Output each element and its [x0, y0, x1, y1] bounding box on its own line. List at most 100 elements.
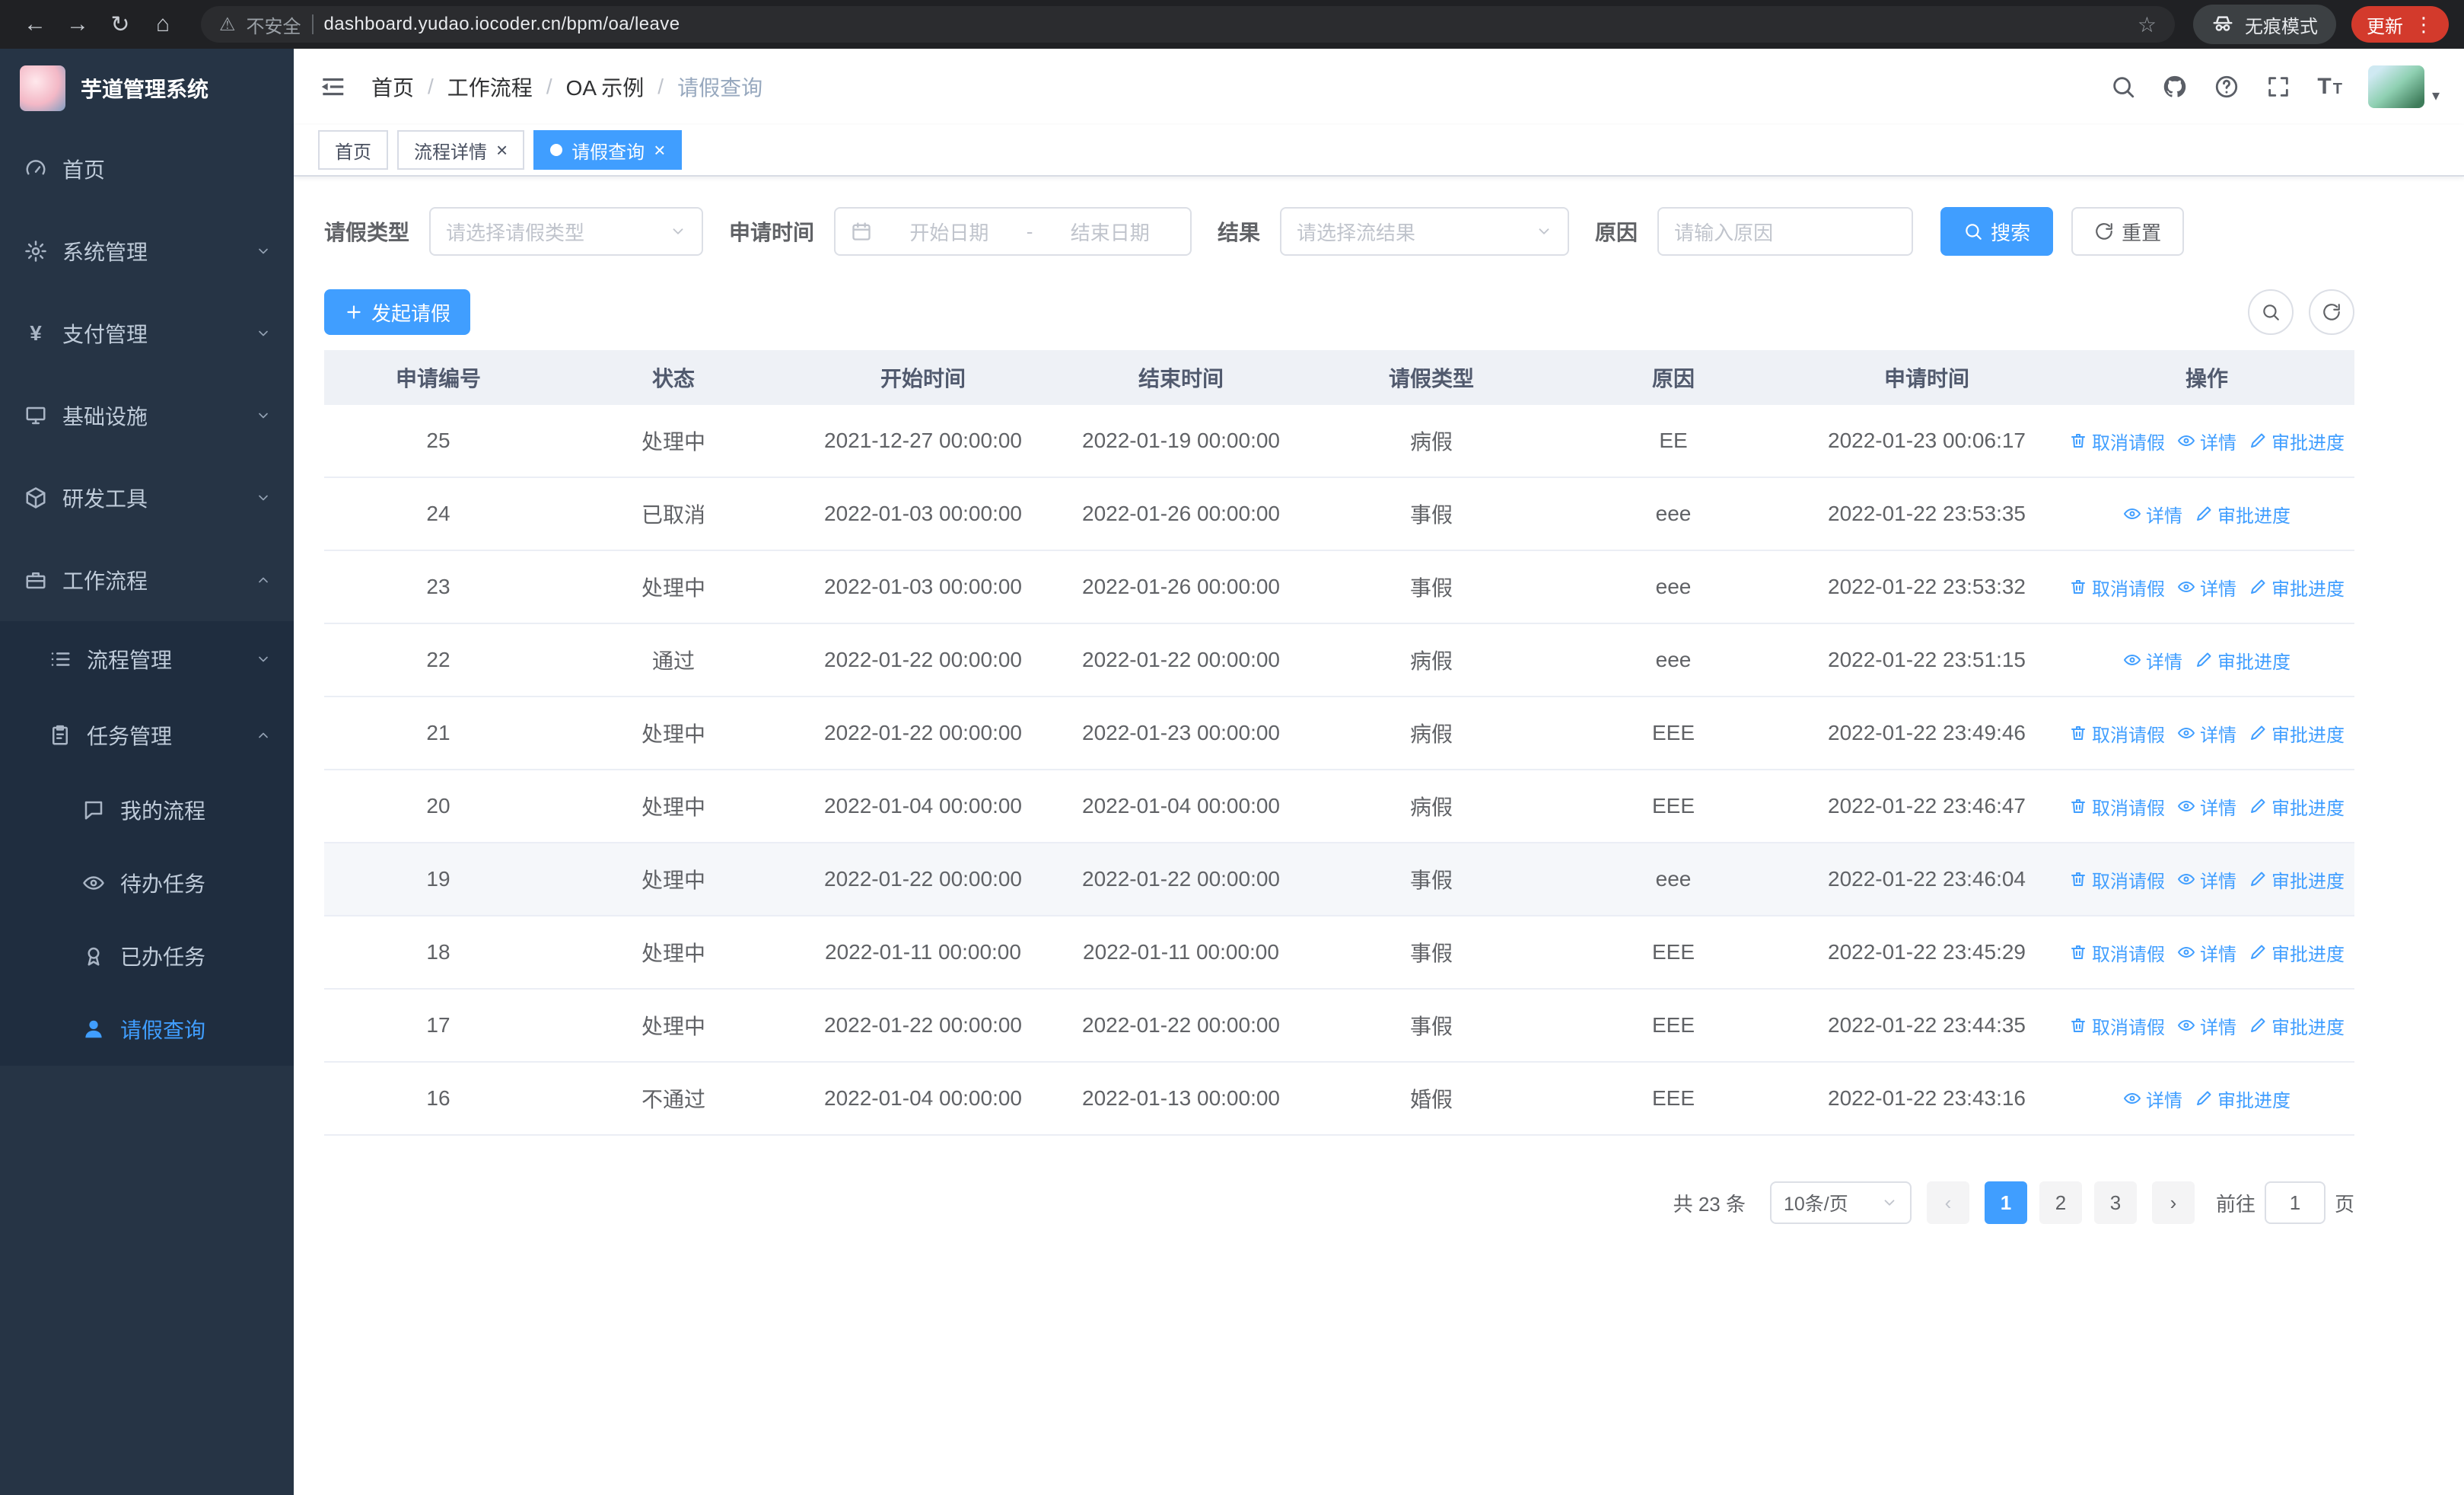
detail-link[interactable]: 详情: [2177, 574, 2236, 601]
github-icon[interactable]: [2162, 74, 2188, 100]
browser-home-icon[interactable]: ⌂: [143, 5, 183, 44]
cancel-leave-link[interactable]: 取消请假: [2069, 720, 2165, 747]
sidebar-item[interactable]: ¥ 支付管理: [0, 292, 294, 375]
table-cell: 病假: [1409, 649, 1453, 673]
reload-icon[interactable]: ↻: [100, 5, 140, 44]
page-button-1[interactable]: 1: [1984, 1181, 2027, 1224]
detail-link[interactable]: 详情: [2177, 939, 2236, 966]
view-tab[interactable]: 首页: [318, 130, 388, 170]
approval-progress-link[interactable]: 审批进度: [2249, 793, 2345, 820]
security-label[interactable]: 不安全: [247, 11, 301, 38]
back-icon[interactable]: ←: [15, 5, 55, 44]
top-navbar: 首页 / 工作流程 / OA 示例 / 请假查询 TT ▾: [294, 49, 2464, 125]
sidebar-item-label: 任务管理: [87, 725, 173, 748]
sidebar-item[interactable]: 我的流程: [0, 773, 294, 846]
next-page-button[interactable]: ›: [2151, 1181, 2195, 1224]
page-button-3[interactable]: 3: [2093, 1181, 2137, 1224]
bookmark-star-icon[interactable]: ☆: [2138, 12, 2157, 37]
leave-type-select[interactable]: 请选择请假类型: [429, 207, 704, 256]
goto-page-input[interactable]: [2264, 1181, 2326, 1224]
sidebar-item[interactable]: 请假查询: [0, 993, 294, 1066]
prev-page-button[interactable]: ‹: [1926, 1181, 1969, 1224]
detail-link[interactable]: 详情: [2177, 793, 2236, 820]
table-cell: 2022-01-22 23:46:47: [1828, 794, 2026, 818]
table-cell: 2022-01-26 00:00:00: [1082, 502, 1280, 525]
cancel-leave-link[interactable]: 取消请假: [2069, 1012, 2165, 1039]
search-button[interactable]: 搜索: [1940, 207, 2054, 256]
sidebar-item[interactable]: 基础设施: [0, 375, 294, 457]
tab-close-icon[interactable]: ×: [496, 140, 508, 160]
approval-progress-link[interactable]: 审批进度: [2195, 1085, 2291, 1112]
detail-link[interactable]: 详情: [2123, 1085, 2182, 1112]
tab-close-icon[interactable]: ×: [654, 140, 665, 160]
table-cell: 2022-01-23 00:06:17: [1828, 429, 2026, 452]
view-icon: [2177, 432, 2195, 450]
breadcrumb-item[interactable]: 工作流程: [447, 72, 533, 102]
approval-progress-link[interactable]: 审批进度: [2249, 1012, 2345, 1039]
approval-progress-link[interactable]: 审批进度: [2249, 574, 2345, 601]
cancel-leave-link[interactable]: 取消请假: [2069, 866, 2165, 893]
address-bar[interactable]: ⚠ 不安全 dashboard.yudao.iocoder.cn/bpm/oa/…: [201, 6, 2175, 43]
app-logo[interactable]: 芋道管理系统: [0, 49, 294, 128]
reason-input[interactable]: 请输入原因: [1657, 207, 1914, 256]
sidebar-item[interactable]: 系统管理: [0, 210, 294, 292]
result-select[interactable]: 请选择流结果: [1280, 207, 1570, 256]
breadcrumb-item[interactable]: OA 示例: [566, 72, 645, 102]
detail-link[interactable]: 详情: [2177, 720, 2236, 747]
refresh-table-button[interactable]: [2309, 289, 2354, 335]
incognito-icon: [2211, 13, 2234, 36]
sidebar-item[interactable]: 待办任务: [0, 846, 294, 920]
approval-progress-link[interactable]: 审批进度: [2195, 647, 2291, 674]
approval-progress-link[interactable]: 审批进度: [2195, 501, 2291, 528]
apply-time-range-picker[interactable]: 开始日期 - 结束日期: [834, 207, 1192, 256]
cancel-leave-link[interactable]: 取消请假: [2069, 428, 2165, 454]
table-cell: 2022-01-11 00:00:00: [825, 940, 1021, 964]
end-date-placeholder[interactable]: 结束日期: [1045, 218, 1175, 246]
detail-link[interactable]: 详情: [2177, 1012, 2236, 1039]
update-button[interactable]: 更新 ⋮: [2351, 6, 2449, 43]
cancel-leave-link[interactable]: 取消请假: [2069, 793, 2165, 820]
forward-icon[interactable]: →: [58, 5, 97, 44]
detail-link[interactable]: 详情: [2123, 647, 2182, 674]
font-size-icon[interactable]: TT: [2317, 74, 2342, 100]
table-cell: 病假: [1409, 722, 1453, 746]
help-icon[interactable]: [2214, 74, 2240, 100]
table-cell: 2022-01-22 00:00:00: [824, 1013, 1022, 1037]
start-date-placeholder[interactable]: 开始日期: [884, 218, 1014, 246]
collapse-menu-icon[interactable]: [318, 72, 347, 101]
reset-button[interactable]: 重置: [2071, 207, 2185, 256]
tab-label: 流程详情: [414, 142, 487, 163]
sidebar-item[interactable]: 研发工具: [0, 457, 294, 539]
incognito-label: 无痕模式: [2245, 16, 2318, 37]
approval-progress-link[interactable]: 审批进度: [2249, 866, 2345, 893]
breadcrumb-item[interactable]: 首页: [371, 72, 414, 102]
refresh-icon: [2322, 302, 2341, 322]
avatar[interactable]: [2367, 65, 2424, 108]
search-icon[interactable]: [2110, 74, 2136, 100]
sidebar-item[interactable]: 工作流程: [0, 539, 294, 621]
fullscreen-icon[interactable]: [2265, 74, 2291, 100]
sidebar-item[interactable]: 首页: [0, 128, 294, 210]
detail-link[interactable]: 详情: [2123, 501, 2182, 528]
view-tab[interactable]: 请假查询 ×: [533, 130, 683, 170]
user-menu[interactable]: ▾: [2367, 65, 2440, 108]
cancel-leave-link[interactable]: 取消请假: [2069, 939, 2165, 966]
page-button-2[interactable]: 2: [2039, 1181, 2082, 1224]
toggle-search-button[interactable]: [2248, 289, 2294, 335]
approval-progress-link[interactable]: 审批进度: [2249, 428, 2345, 454]
filter-form: 请假类型 请选择请假类型 申请时间 开始日期 - 结束日期 结果 请选择流结果 …: [324, 207, 2354, 256]
approval-progress-link[interactable]: 审批进度: [2249, 939, 2345, 966]
sidebar-item[interactable]: 任务管理: [0, 697, 294, 773]
sidebar-item[interactable]: 流程管理: [0, 621, 294, 697]
approval-progress-link[interactable]: 审批进度: [2249, 720, 2345, 747]
page-size-select[interactable]: 10条/页: [1769, 1181, 1912, 1224]
url-text[interactable]: dashboard.yudao.iocoder.cn/bpm/oa/leave: [324, 14, 2127, 35]
browser-menu-icon[interactable]: ⋮: [2414, 13, 2434, 37]
cancel-leave-link[interactable]: 取消请假: [2069, 574, 2165, 601]
detail-link[interactable]: 详情: [2177, 866, 2236, 893]
create-leave-button[interactable]: 发起请假: [324, 289, 471, 335]
devtools-icon: [23, 486, 49, 509]
detail-link[interactable]: 详情: [2177, 428, 2236, 454]
view-tab[interactable]: 流程详情 ×: [397, 130, 525, 170]
sidebar-item[interactable]: 已办任务: [0, 920, 294, 993]
